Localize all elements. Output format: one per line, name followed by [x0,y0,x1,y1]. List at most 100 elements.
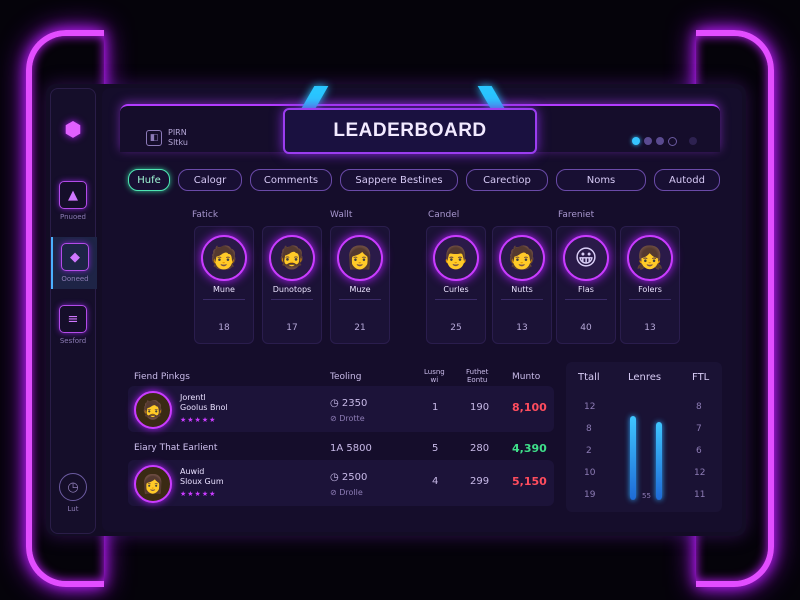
stats-value: 8 [696,402,702,412]
divider [435,299,477,300]
stats-value: 6 [696,446,702,456]
stat-bar [656,422,662,500]
page-indicator[interactable] [632,137,697,146]
column-header-line: wi [430,376,439,384]
column-header-line: Lusng [424,368,445,376]
player-name: Folers [638,285,662,294]
star-rating: ★★★★★ [180,416,217,424]
row-time: ◷ 2350 [330,398,368,409]
group-label: Candel [428,210,460,220]
column-header-rating: Teoling [330,372,362,382]
player-card[interactable]: 🧑 Mune 18 [194,226,254,344]
row-player-name: Jorentl Goolus Bnol [180,393,228,413]
row-col4: 299 [470,476,490,487]
row-name-line: Jorentl [180,393,206,402]
stats-value: 8 [586,424,592,434]
star-rating: ★★★★★ [180,490,217,498]
tab-noms[interactable]: Noms [556,169,646,191]
row-col4: 280 [470,443,490,454]
avatar: 🧔 [134,391,172,429]
stat-bar-label: 55 [642,492,651,500]
brand-line-2: Sltku [168,138,188,147]
divider [203,299,245,300]
time-value: 2350 [341,398,368,409]
table-section-title: Fiend Pinkgs [134,372,190,382]
stats-column-header: FTL [692,372,710,383]
avatar: 🧔 [269,235,315,281]
tab-comments[interactable]: Comments [250,169,332,191]
row-col5: 5,150 [512,475,547,488]
player-name: Mune [213,285,235,294]
time-value: 2500 [341,472,368,483]
stats-value: 19 [584,490,596,500]
sidebar-item-trophy[interactable]: ▲ Pnuoed [51,181,95,221]
row-sub: ⊘ Drotte [330,414,365,423]
page-dot[interactable] [632,137,640,145]
sub-value: Drotte [339,414,365,423]
group-label: Fareniet [558,210,595,220]
table-section-title: Eiary That Earlient [134,443,218,453]
sidebar-item-label: Sesford [59,337,87,345]
stats-value: 12 [694,468,706,478]
player-card[interactable]: 🧑 Nutts 13 [492,226,552,344]
trophy-icon: ▲ [59,181,87,209]
divider [501,299,543,300]
row-sub: ⊘ Drolle [330,488,363,497]
row-player-name: Auwid Sloux Gum [180,467,224,487]
brand[interactable]: ◧ PIRN Sltku [146,128,188,148]
divider [339,299,381,300]
sidebar-item-logo[interactable]: ⬢ [51,117,95,141]
list-icon: ≡ [59,305,87,333]
avatar: 😀 [563,235,609,281]
sidebar-item-list[interactable]: ≡ Sesford [51,305,95,345]
sidebar-item-clock[interactable]: ◷ Lut [51,473,95,513]
brand-line-1: PIRN [168,128,187,137]
brand-text: PIRN Sltku [168,128,188,148]
avatar: 👨 [433,235,479,281]
tab-calogr[interactable]: Calogr [178,169,242,191]
tab-sappere-bestines[interactable]: Sappere Bestines [340,169,458,191]
player-name: Dunotops [272,285,312,294]
sidebar: ⬢ ▲ Pnuoed ◆ Ooneed ≡ Sesford ◷ Lut [50,88,97,534]
stats-value: 7 [696,424,702,434]
row-col5: 4,390 [512,442,547,455]
sidebar-item-label: Pnuoed [59,213,86,221]
player-score: 21 [354,323,366,333]
avatar: 🧑 [201,235,247,281]
row-name-line: Goolus Bnol [180,403,228,412]
stat-bar [630,416,636,500]
player-card[interactable]: 👨 Curles 25 [426,226,486,344]
sidebar-item-cube[interactable]: ◆ Ooneed [51,237,97,289]
stats-value: 2 [586,446,592,456]
tab-autodd[interactable]: Autodd [654,169,720,191]
page-dot[interactable] [656,137,664,145]
tab-hufe[interactable]: Hufe [128,169,170,191]
player-card[interactable]: 👧 Folers 13 [620,226,680,344]
page-dot[interactable] [689,137,697,145]
cube-icon: ◆ [61,243,89,271]
column-header-5: Munto [512,372,541,382]
row-col5: 8,100 [512,401,547,414]
divider [565,299,607,300]
page-dot[interactable] [644,137,652,145]
column-header-line: Eontu [466,376,488,384]
player-card[interactable]: 🧔 Dunotops 17 [262,226,322,344]
app-logo-icon: ◧ [146,130,162,146]
clock-icon: ◷ [59,473,87,501]
row-name-line: Sloux Gum [180,477,224,486]
player-name: Curles [443,285,469,294]
page-dot[interactable] [668,137,677,146]
avatar: 👧 [627,235,673,281]
row-col3: 1 [432,402,439,413]
player-name: Nutts [511,285,533,294]
player-card[interactable]: 👩 Muze 21 [330,226,390,344]
avatar: 👩 [134,465,172,503]
player-card[interactable]: 😀 Flas 40 [556,226,616,344]
tab-carectiop[interactable]: Carectiop [466,169,548,191]
column-header-3: Lusng wi [424,368,445,384]
row-col4: 190 [470,402,490,413]
divider [271,299,313,300]
stats-column-header: Ttall [578,372,600,383]
sub-value: Drolle [339,488,363,497]
sidebar-item-label: Lut [67,505,79,513]
